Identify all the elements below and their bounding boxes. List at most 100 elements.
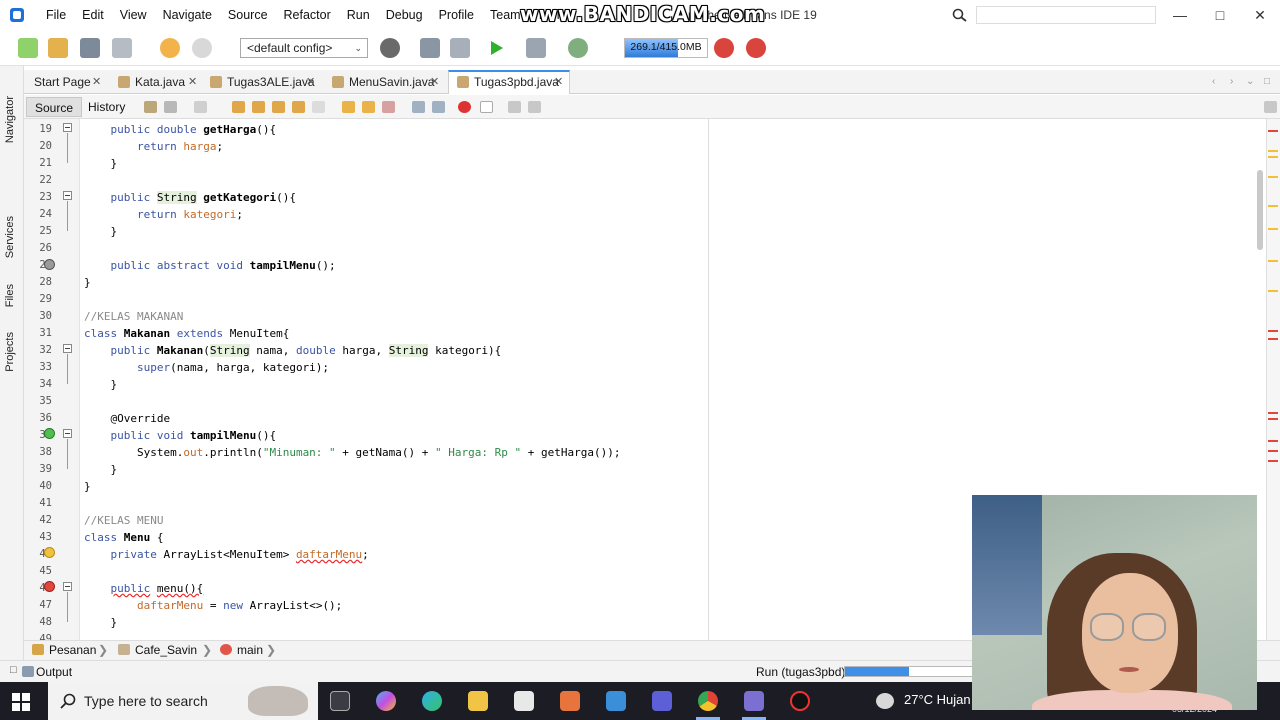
fold-toggle[interactable]: [63, 191, 72, 200]
warning-marker[interactable]: [1268, 150, 1278, 152]
taskbar-search[interactable]: Type here to search: [48, 682, 318, 720]
menu-view[interactable]: View: [112, 0, 155, 30]
copilot-icon[interactable]: [376, 691, 396, 711]
code-text[interactable]: }: [84, 376, 117, 393]
output-tab[interactable]: Output: [36, 665, 72, 679]
code-text[interactable]: super(nama, harga, kategori);: [84, 359, 329, 376]
build-icon[interactable]: [420, 38, 440, 58]
code-text[interactable]: }: [84, 614, 117, 631]
code-text[interactable]: //KELAS MENU: [84, 512, 163, 529]
error-marker[interactable]: [1268, 412, 1278, 414]
bandicam-icon[interactable]: [790, 691, 810, 711]
minimize-button[interactable]: —: [1160, 0, 1200, 30]
close-icon[interactable]: ✕: [188, 70, 197, 94]
code-line[interactable]: 40}: [24, 478, 1266, 495]
close-icon[interactable]: ✕: [554, 70, 563, 94]
find-next-icon[interactable]: [272, 101, 285, 113]
split-editor-icon[interactable]: [1264, 101, 1277, 113]
menu-debug[interactable]: Debug: [378, 0, 431, 30]
code-text[interactable]: }: [84, 274, 91, 291]
mail-icon[interactable]: [606, 691, 626, 711]
maximize-button[interactable]: □: [1200, 0, 1240, 30]
new-file-icon[interactable]: [18, 38, 38, 58]
shift-left-icon[interactable]: [412, 101, 425, 113]
error-stripe[interactable]: [1266, 119, 1280, 640]
maximize-editor-icon[interactable]: □: [1264, 70, 1270, 94]
warning-marker[interactable]: [1268, 176, 1278, 178]
stop-macro-icon[interactable]: [480, 101, 493, 113]
tab-menusavin-java[interactable]: MenuSavin.java: [324, 70, 444, 94]
edge-icon[interactable]: [422, 691, 442, 711]
forward-icon[interactable]: [194, 101, 207, 113]
undo-icon[interactable]: [160, 38, 180, 58]
run-icon[interactable]: [486, 38, 506, 58]
windows-start-icon[interactable]: [12, 693, 30, 711]
record-macro-icon[interactable]: [458, 101, 471, 113]
code-text[interactable]: }: [84, 155, 117, 172]
rect-select-icon[interactable]: [312, 101, 325, 113]
error-marker[interactable]: [1268, 460, 1278, 462]
code-line[interactable]: 35: [24, 393, 1266, 410]
error-marker[interactable]: [1268, 450, 1278, 452]
next-bookmark-icon[interactable]: [362, 101, 375, 113]
profile-icon[interactable]: [568, 38, 588, 58]
code-line[interactable]: 29: [24, 291, 1266, 308]
error-marker[interactable]: [1268, 418, 1278, 420]
code-line[interactable]: 22: [24, 172, 1266, 189]
restore-window-icon[interactable]: □: [10, 664, 17, 676]
app-icon[interactable]: [652, 691, 672, 711]
code-line[interactable]: 26: [24, 240, 1266, 257]
code-text[interactable]: private ArrayList<MenuItem> daftarMenu;: [84, 546, 369, 563]
menu-file[interactable]: File: [38, 0, 74, 30]
toggle-highlight-icon[interactable]: [292, 101, 305, 113]
menu-source[interactable]: Source: [220, 0, 276, 30]
code-line[interactable]: 32 public Makanan(String nama, double ha…: [24, 342, 1266, 359]
file-explorer-icon[interactable]: [468, 691, 488, 711]
error-marker[interactable]: [1268, 440, 1278, 442]
fold-toggle[interactable]: [63, 429, 72, 438]
code-text[interactable]: class Menu {: [84, 529, 164, 546]
chrome-icon[interactable]: [698, 691, 718, 711]
code-line[interactable]: 25 }: [24, 223, 1266, 240]
code-text[interactable]: }: [84, 223, 117, 240]
menu-edit[interactable]: Edit: [74, 0, 112, 30]
weather-text[interactable]: 27°C Hujan: [904, 692, 971, 707]
error-icon[interactable]: [44, 581, 55, 592]
code-line[interactable]: 38 System.out.println("Minuman: " + getN…: [24, 444, 1266, 461]
code-text[interactable]: public void tampilMenu(){: [84, 427, 277, 444]
code-line[interactable]: 30 //KELAS MAKANAN: [24, 308, 1266, 325]
tab-tugas3ale-java[interactable]: Tugas3ALE.java: [202, 70, 320, 94]
debug-icon[interactable]: [526, 38, 546, 58]
code-text[interactable]: daftarMenu = new ArrayList<>();: [84, 597, 342, 614]
error-marker[interactable]: [1268, 338, 1278, 340]
side-tab-services[interactable]: Services: [4, 216, 16, 258]
code-text[interactable]: System.out.println("Minuman: " + getNama…: [84, 444, 621, 461]
code-line[interactable]: 33 super(nama, harga, kategori);: [24, 359, 1266, 376]
save-all-icon[interactable]: [112, 38, 132, 58]
prev-bookmark-icon[interactable]: [342, 101, 355, 113]
weather-icon[interactable]: [876, 693, 894, 709]
code-text[interactable]: public String getKategori(){: [84, 189, 296, 206]
side-tab-files[interactable]: Files: [4, 284, 16, 307]
close-icon[interactable]: ✕: [430, 70, 439, 94]
code-line[interactable]: 24 return kategori;: [24, 206, 1266, 223]
redo-icon[interactable]: [192, 38, 212, 58]
source-tab[interactable]: Source: [26, 97, 83, 117]
menu-navigate[interactable]: Navigate: [155, 0, 220, 30]
code-line[interactable]: 23 public String getKategori(){: [24, 189, 1266, 206]
warning-marker[interactable]: [1268, 156, 1278, 158]
fold-toggle[interactable]: [63, 123, 72, 132]
error-marker[interactable]: [1268, 330, 1278, 332]
history-tab[interactable]: History: [80, 97, 133, 117]
quick-search-input[interactable]: [976, 6, 1156, 24]
side-tab-navigator[interactable]: Navigator: [4, 96, 16, 143]
tab-kata-java[interactable]: Kata.java: [110, 70, 200, 94]
code-text[interactable]: return kategori;: [84, 206, 243, 223]
error-marker[interactable]: [1268, 130, 1278, 132]
close-icon[interactable]: ✕: [306, 70, 315, 94]
code-text[interactable]: }: [84, 478, 91, 495]
clean-build-icon[interactable]: [450, 38, 470, 58]
code-text[interactable]: public abstract void tampilMenu();: [84, 257, 336, 274]
find-previous-icon[interactable]: [252, 101, 265, 113]
code-line[interactable]: 21 }: [24, 155, 1266, 172]
